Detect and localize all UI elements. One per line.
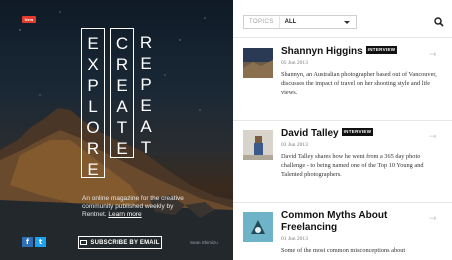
article-thumbnail xyxy=(243,130,273,160)
explore-letter: O xyxy=(86,118,100,137)
article-title[interactable]: Shannyn Higgins INTERVIEW xyxy=(281,46,431,58)
repeat-word: R E P E A T xyxy=(136,32,156,158)
topics-label: TOPICS xyxy=(244,16,280,28)
article-date: 03 Jun 2013 xyxy=(281,142,308,148)
twitter-icon[interactable]: t xyxy=(35,237,46,247)
learn-more-link[interactable]: Learn more xyxy=(108,211,141,218)
new-badge: New xyxy=(22,16,36,23)
article-description: Some of the most common misconceptions a… xyxy=(281,247,406,254)
subscribe-label: SUBSCRIBE BY EMAIL xyxy=(90,239,160,246)
social-links: f t xyxy=(22,237,46,247)
create-letter: R xyxy=(115,55,129,74)
explore-letter: E xyxy=(87,34,99,53)
hero-tagline: An online magazine for the creative comm… xyxy=(82,195,192,219)
create-letter: E xyxy=(116,139,128,158)
arrow-right-icon[interactable]: → xyxy=(429,50,437,60)
repeat-letter: T xyxy=(140,138,152,157)
explore-letter: L xyxy=(88,97,98,116)
article-description: David Talley shares how he went from a 3… xyxy=(281,153,424,178)
repeat-letter: R xyxy=(139,33,153,52)
repeat-letter: E xyxy=(140,54,152,73)
arrow-right-icon[interactable]: → xyxy=(429,132,437,142)
envelope-icon xyxy=(80,240,88,245)
explore-letter: R xyxy=(86,139,100,158)
search-icon[interactable] xyxy=(434,17,444,27)
repeat-letter: E xyxy=(140,96,152,115)
create-letter: C xyxy=(115,34,129,53)
divider xyxy=(233,120,452,121)
article-thumbnail xyxy=(243,48,273,78)
article-item[interactable]: David Talley INTERVIEW 03 Jun 2013 David … xyxy=(243,128,448,200)
article-title[interactable]: Common Myths About Freelancing xyxy=(281,210,431,234)
explore-word: E X P L O R E xyxy=(81,28,105,179)
create-word: C R E A T E xyxy=(110,28,134,158)
photo-credit: Sean Shimizu xyxy=(190,240,218,245)
divider xyxy=(233,202,452,203)
topics-value: ALL xyxy=(284,19,297,25)
explore-letter: P xyxy=(87,76,99,95)
repeat-letter: P xyxy=(140,75,152,94)
repeat-letter: A xyxy=(140,117,152,136)
topics-filter[interactable]: TOPICS ALL xyxy=(243,15,357,29)
divider xyxy=(233,37,452,38)
interview-badge: INTERVIEW xyxy=(341,128,374,137)
article-title[interactable]: David Talley INTERVIEW xyxy=(281,128,431,140)
article-title-text: David Talley xyxy=(281,128,339,139)
create-letter: E xyxy=(116,76,128,95)
explore-letter: X xyxy=(87,55,99,74)
create-letter: T xyxy=(116,118,128,137)
subscribe-button[interactable]: SUBSCRIBE BY EMAIL xyxy=(78,236,162,249)
article-thumbnail xyxy=(243,212,273,242)
article-item[interactable]: Common Myths About Freelancing 01 Jun 20… xyxy=(243,210,448,260)
facebook-icon[interactable]: f xyxy=(22,237,33,247)
article-date: 05 Jun 2013 xyxy=(281,60,308,66)
interview-badge: INTERVIEW xyxy=(365,46,398,55)
article-title-text: Shannyn Higgins xyxy=(281,46,363,57)
chevron-down-icon xyxy=(344,20,350,24)
explore-letter: E xyxy=(87,160,99,179)
hero-panel: New E X P L O R E C R E A T E R E P E A … xyxy=(0,0,233,260)
article-description: Shannyn, an Australian photographer base… xyxy=(281,71,437,96)
article-item[interactable]: Shannyn Higgins INTERVIEW 05 Jun 2013 Sha… xyxy=(243,46,448,118)
create-letter: A xyxy=(116,97,128,116)
article-date: 01 Jun 2013 xyxy=(281,236,308,242)
arrow-right-icon[interactable]: → xyxy=(429,214,437,224)
